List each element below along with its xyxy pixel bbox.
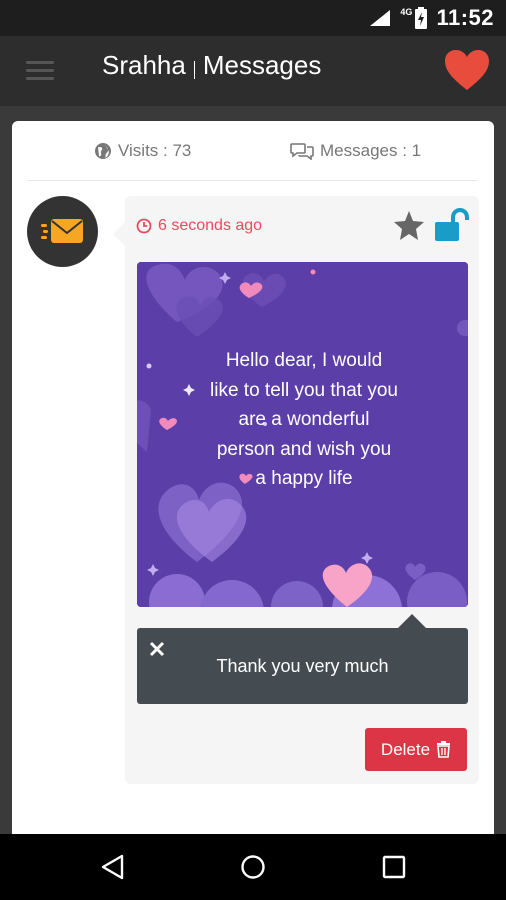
recent-apps-icon[interactable] xyxy=(381,854,407,880)
message-card: 6 seconds ago Hello dear, I would like t… xyxy=(125,196,479,784)
heart-icon[interactable] xyxy=(443,48,491,92)
chat-icon xyxy=(290,143,314,160)
unlock-icon[interactable] xyxy=(433,208,471,242)
battery-icon xyxy=(415,7,428,29)
visits-count: Visits : 73 xyxy=(118,141,192,160)
avatar xyxy=(27,196,98,267)
page-title: Messages xyxy=(202,50,322,80)
message-image: Hello dear, I would like to tell you tha… xyxy=(137,262,468,607)
timestamp-text: 6 seconds ago xyxy=(158,217,263,234)
messages-count: Messages : 1 xyxy=(320,141,422,160)
app-name: Srahha xyxy=(102,50,186,80)
reply-box: Thank you very much xyxy=(137,628,468,704)
app-title: Srahha Messages xyxy=(102,50,321,81)
home-icon[interactable] xyxy=(240,854,266,880)
globe-icon xyxy=(95,143,111,159)
trash-icon xyxy=(437,741,451,758)
app-bar: Srahha Messages xyxy=(0,36,506,106)
network-type: 4G xyxy=(400,7,413,17)
menu-icon[interactable] xyxy=(26,61,54,83)
delete-button[interactable]: Delete xyxy=(365,728,467,771)
status-bar: 4G 11:52 xyxy=(0,0,506,36)
messages-card: Visits : 73 Messages : 1 6 seconds ago H… xyxy=(12,121,494,834)
star-icon[interactable] xyxy=(392,209,426,243)
clock-icon xyxy=(136,218,152,234)
message-body: Hello dear, I would like to tell you tha… xyxy=(210,350,398,489)
stats-row: Visits : 73 Messages : 1 xyxy=(28,121,478,181)
reply-text: Thank you very much xyxy=(216,656,389,676)
messages-stat: Messages : 1 xyxy=(290,141,421,161)
clock-time: 11:52 xyxy=(436,5,494,30)
delete-label: Delete xyxy=(380,739,431,759)
back-icon[interactable] xyxy=(100,854,126,880)
navigation-bar xyxy=(0,834,506,900)
signal-icon xyxy=(370,10,391,26)
message-timestamp: 6 seconds ago xyxy=(136,217,262,235)
visits-stat: Visits : 73 xyxy=(94,141,191,161)
title-separator xyxy=(193,60,195,79)
close-icon[interactable] xyxy=(149,641,165,657)
reply-pointer xyxy=(398,614,426,628)
envelope-icon xyxy=(40,218,83,243)
